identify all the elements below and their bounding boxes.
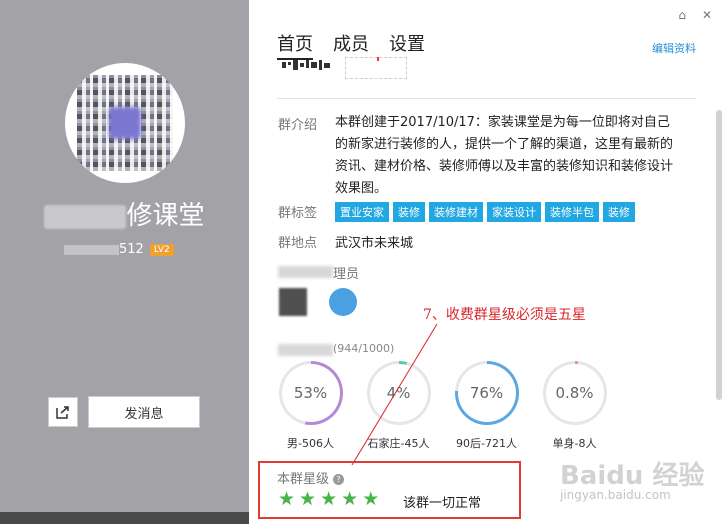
scrollbar[interactable]	[716, 110, 722, 400]
annotation-text: 7、收费群星级必须是五星	[423, 307, 586, 323]
star-icon: ★	[320, 488, 338, 510]
star-rating: ★ ★ ★ ★ ★	[278, 488, 379, 510]
level-badge: LV2	[149, 243, 174, 256]
tab-members[interactable]: 成员	[333, 30, 369, 60]
detail-panel: ⌂ ✕ 首页 成员 设置 编辑资料 群介绍 本群创建于2017/10/17：家装…	[249, 0, 724, 524]
tag-item[interactable]: 装修	[393, 202, 425, 222]
location-label: 群地点	[278, 236, 318, 251]
blurred-name-part	[44, 204, 127, 229]
tag-item[interactable]: 家装设计	[487, 202, 541, 222]
stat-ring: 76%	[454, 361, 519, 425]
star-icon: ★	[278, 488, 296, 510]
red-mark	[377, 57, 379, 61]
rating-status: 该群一切正常	[403, 496, 482, 511]
tag-item[interactable]: 装修半包	[545, 202, 599, 222]
stat-region: 4% 石家庄-45人	[365, 361, 432, 451]
edit-profile-link[interactable]: 编辑资料	[652, 40, 696, 56]
tag-item[interactable]: 置业安家	[335, 202, 389, 222]
group-name: 修课堂	[0, 195, 249, 232]
stat-ring: 53%	[278, 361, 343, 425]
tag-item[interactable]: 装修建材	[429, 202, 483, 222]
stat-value: 76%	[457, 364, 516, 422]
image-placeholder	[345, 57, 407, 79]
stat-single: 0.8% 单身-8人	[541, 361, 608, 451]
pin-icon[interactable]: ⌂	[678, 8, 686, 22]
admin-avatar[interactable]	[329, 288, 357, 316]
intro-label: 群介绍	[278, 118, 318, 133]
rating-title: 本群星级?	[277, 468, 345, 487]
blurred-admin-label	[278, 266, 333, 278]
watermark-url: jingyan.baidu.com	[560, 488, 671, 502]
member-count: (944/1000)	[333, 342, 395, 355]
group-avatar-qr	[65, 63, 185, 183]
stat-ring: 4%	[366, 361, 431, 425]
intro-text: 本群创建于2017/10/17：家装课堂是为每一位即将对自己的新家进行装修的人，…	[335, 115, 674, 196]
star-icon: ★	[362, 488, 380, 510]
close-icon[interactable]: ✕	[702, 8, 712, 22]
share-button[interactable]	[48, 397, 78, 427]
tab-settings[interactable]: 设置	[389, 30, 425, 60]
blurred-number-part	[64, 244, 119, 255]
stat-label: 90后-721人	[456, 437, 517, 450]
stat-gender: 53% 男-506人	[277, 361, 344, 451]
group-number: 512 LV2	[64, 242, 174, 257]
stat-value: 4%	[369, 364, 428, 422]
stat-value: 0.8%	[545, 364, 604, 422]
divider	[277, 98, 696, 99]
stat-label: 石家庄-45人	[367, 437, 430, 450]
stat-age: 76% 90后-721人	[453, 361, 520, 451]
tags-label: 群标签	[278, 206, 318, 221]
stat-label: 单身-8人	[552, 437, 597, 450]
star-icon: ★	[299, 488, 317, 510]
bottom-strip	[0, 512, 249, 524]
window-controls: ⌂ ✕	[678, 8, 712, 22]
star-icon: ★	[341, 488, 359, 510]
help-icon[interactable]: ?	[333, 474, 345, 485]
stat-ring: 0.8%	[542, 361, 607, 425]
tag-list: 置业安家 装修 装修建材 家装设计 装修半包 装修	[335, 202, 655, 222]
tag-item[interactable]: 装修	[603, 202, 635, 222]
stat-label: 男-506人	[287, 437, 334, 450]
watermark-brand: Baidu 经验	[560, 461, 705, 491]
location-value: 武汉市未来城	[335, 236, 414, 251]
tab-home[interactable]: 首页	[277, 30, 313, 60]
blurred-member-label	[278, 344, 333, 356]
admin-avatar[interactable]	[279, 288, 307, 316]
stats-row: 53% 男-506人 4% 石家庄-45人 76% 90后-721人 0.8% …	[277, 361, 608, 451]
send-message-button[interactable]: 发消息	[88, 396, 200, 428]
share-icon	[56, 406, 69, 419]
tab-bar: 首页 成员 设置	[277, 30, 425, 60]
profile-panel: 修课堂 512 LV2 发消息	[0, 0, 249, 524]
admin-label: 理员	[333, 267, 360, 282]
qr-thumbnail	[282, 60, 332, 73]
stat-value: 53%	[281, 364, 340, 422]
